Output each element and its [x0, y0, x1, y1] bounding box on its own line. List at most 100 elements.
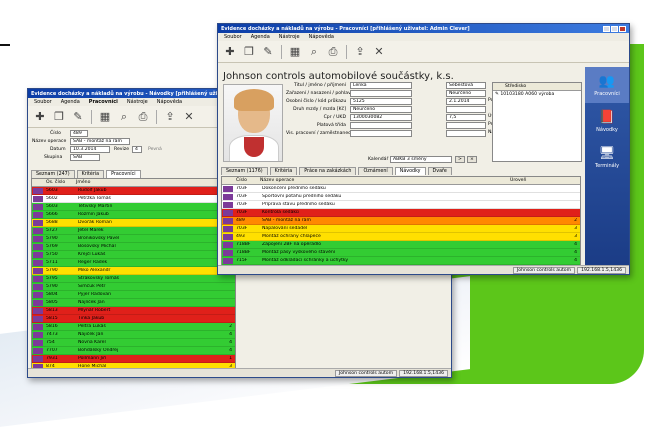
table-row[interactable]: 5813 Mlynář Robert	[32, 307, 235, 315]
table-row[interactable]: 489 SAB - montáž na rám 2	[222, 217, 580, 225]
field-value[interactable]: 1300030082	[350, 114, 412, 121]
field-value[interactable]	[350, 130, 412, 137]
col-os-cislo[interactable]: Os. číslo	[32, 180, 76, 185]
front-menu-nastroje[interactable]: Nástroje	[279, 34, 300, 40]
table-row[interactable]: 715F Montáž odkládací schránky a úchytky 4	[222, 257, 580, 265]
table-row[interactable]: 5804 Pyjer Radovan	[32, 291, 235, 299]
tab-seznam[interactable]: Seznam (247)	[31, 170, 75, 178]
back-menu-pracovnici[interactable]: Pracovníci	[89, 99, 118, 105]
table-row[interactable]: 5769 Bosovský Michal	[32, 243, 235, 251]
table-row[interactable]: 5603 Tětivský Martin	[32, 203, 235, 211]
back-menu-nastroje[interactable]: Nástroje	[127, 99, 148, 105]
field-value-2[interactable]: Šebestová	[446, 82, 486, 89]
tab-oznameni[interactable]: Oznámení	[358, 167, 393, 175]
field-value-2[interactable]: 2.1.2014	[446, 98, 486, 105]
grid-icon[interactable]: ▦	[97, 109, 113, 125]
table-row[interactable]: 703F Dokončení předního sedáku	[222, 185, 580, 193]
table-row[interactable]: 5603 Rudolf Jakub	[32, 187, 235, 195]
close-window-button[interactable]	[619, 25, 626, 32]
skupina-field[interactable]: SAB	[70, 154, 100, 161]
grid-icon[interactable]: ▦	[287, 44, 303, 60]
table-row[interactable]: 5666 Rozmín Jakub	[32, 211, 235, 219]
copy-icon[interactable]: ❐	[241, 44, 257, 60]
copy-icon[interactable]: ❐	[51, 109, 67, 125]
col-uroven[interactable]: Úroveň	[510, 178, 580, 183]
kalendar-clear-button[interactable]: ×	[467, 156, 477, 163]
nazev-field[interactable]: SAB - montáž na rám	[70, 138, 130, 145]
back-menu-agenda[interactable]: Agenda	[61, 99, 80, 105]
field-value[interactable]	[350, 122, 412, 129]
table-row[interactable]: 5750 Krejčí Lukáš	[32, 251, 235, 259]
back-menu-napoveda[interactable]: Nápověda	[157, 99, 182, 105]
field-value-2[interactable]	[446, 106, 486, 113]
table-row[interactable]: 5790 Miko Alexandr	[32, 267, 235, 275]
table-row[interactable]: 703F Napalování sedadel 3	[222, 225, 580, 233]
tab-prace-na-zakazkach[interactable]: Práce na zakázkách	[299, 167, 357, 175]
table-row[interactable]: 7707 Bohdálský Ondřej 4	[32, 347, 235, 355]
sidebar-item-pracovnici[interactable]: 👥 Pracovníci	[585, 67, 629, 103]
col-nazev-operace[interactable]: Název operace	[260, 178, 510, 183]
cislo-field[interactable]: 489	[70, 130, 88, 137]
tab-kriteria[interactable]: Kritéria	[269, 167, 298, 175]
export-icon[interactable]: ⇪	[162, 109, 178, 125]
preview-icon[interactable]: ⌕	[306, 44, 322, 60]
table-row[interactable]: 703F Kontrola sedáků	[222, 209, 580, 217]
front-menu-soubor[interactable]: Soubor	[224, 34, 242, 40]
field-value-2[interactable]	[446, 130, 486, 137]
table-row[interactable]: 7473 Najiček Jan 4	[32, 331, 235, 339]
front-menu-agenda[interactable]: Agenda	[251, 34, 270, 40]
table-row[interactable]: 5688 Dvořák Roman	[32, 219, 235, 227]
maximize-button[interactable]	[611, 25, 618, 32]
table-row[interactable]: 703F Příprava stavu předního sedáku	[222, 201, 580, 209]
field-value-2[interactable]: 7,5	[446, 114, 486, 121]
new-record-icon[interactable]: ✚	[32, 109, 48, 125]
field-value[interactable]: Lenka	[350, 82, 412, 89]
close-icon[interactable]: ✕	[181, 109, 197, 125]
delete-icon[interactable]: ✕	[371, 44, 387, 60]
table-row[interactable]: 5711 Řeger Radek	[32, 259, 235, 267]
table-row[interactable]: 7931 Pollmann Jiří 1	[32, 355, 235, 363]
field-value-2[interactable]: Neurčeno	[446, 90, 486, 97]
table-row[interactable]: 5602 Petržka Tomáš	[32, 195, 235, 203]
kalendar-select[interactable]: ABKB 3 směny	[390, 156, 452, 163]
stredisko-item[interactable]: ✎ 10103180 A060 výroba	[493, 91, 581, 98]
front-menu-napoveda[interactable]: Nápověda	[309, 34, 334, 40]
new-record-icon[interactable]: ✚	[222, 44, 238, 60]
table-row[interactable]: 5790 Bronikovský Pavel	[32, 235, 235, 243]
tab-dvare[interactable]: Dvaře	[427, 167, 452, 175]
col-cislo[interactable]: Číslo	[222, 178, 260, 183]
table-row[interactable]: 5805 Najlíček Jan	[32, 299, 235, 307]
table-row[interactable]: 5790 Šimčuk Petr	[32, 283, 235, 291]
field-value-2[interactable]	[446, 122, 486, 129]
export-icon[interactable]: ⇪	[352, 44, 368, 60]
field-value[interactable]	[350, 90, 412, 97]
col-jmeno[interactable]: Jméno	[76, 180, 235, 185]
tab-pracovnici[interactable]: Pracovníci	[106, 170, 141, 178]
sidebar-item-navodky[interactable]: 📕 Návodky	[585, 103, 629, 139]
preview-icon[interactable]: ⌕	[116, 109, 132, 125]
table-row[interactable]: 5816 Peltra Lukáš 2	[32, 323, 235, 331]
edit-pencil-icon[interactable]: ✎	[70, 109, 86, 125]
revize-field[interactable]: 4	[132, 146, 142, 153]
tab-navodky[interactable]: Návodky	[394, 167, 426, 175]
tab-kriteria[interactable]: Kritéria	[76, 170, 105, 178]
table-row[interactable]: 5815 Tinka Jakub	[32, 315, 235, 323]
datum-field[interactable]: 10.3.2014	[70, 146, 110, 153]
table-row[interactable]: 5795 Strakovský Tomáš	[32, 275, 235, 283]
print-icon[interactable]: ⎙	[135, 109, 151, 125]
field-value[interactable]: 5125	[350, 98, 412, 105]
minimize-button[interactable]	[603, 25, 610, 32]
tab-seznam[interactable]: Seznam (1176)	[221, 167, 268, 175]
field-value[interactable]: Neurčeno	[350, 106, 412, 113]
table-row[interactable]: 703F Sportovní potahu předního sedáku	[222, 193, 580, 201]
back-menu-soubor[interactable]: Soubor	[34, 99, 52, 105]
print-icon[interactable]: ⎙	[325, 44, 341, 60]
table-row[interactable]: 718BF Zapojení 2BF na opěradlo 4	[222, 241, 580, 249]
table-row[interactable]: 493 Montáž ochrany chlapeče 3	[222, 233, 580, 241]
table-row[interactable]: 718BF Montáž pásy výškového stavění 4	[222, 249, 580, 257]
table-row[interactable]: 754 Novna Karel 4	[32, 339, 235, 347]
edit-pencil-icon[interactable]: ✎	[260, 44, 276, 60]
pevna-checkbox[interactable]: Pevná	[148, 147, 162, 152]
sidebar-item-terminaly[interactable]: 🖥 Terminály	[585, 139, 629, 175]
table-row[interactable]: 5727 Jetel Marek	[32, 227, 235, 235]
